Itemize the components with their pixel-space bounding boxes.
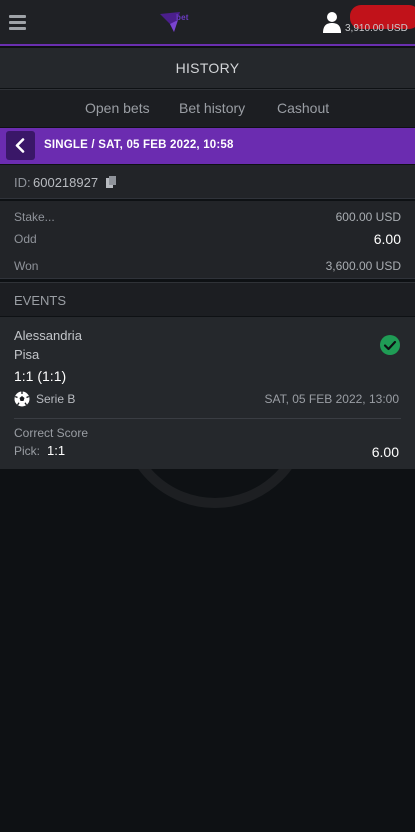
odd-value: 6.00 [373,231,401,247]
chevron-left-icon [15,138,25,153]
divider [14,418,401,419]
home-team: Alessandria [14,328,82,343]
history-tabs: Open bets Bet history Cashout [0,89,415,127]
menu-icon[interactable] [9,15,26,30]
won-value: 3,600.00 USD [325,259,401,273]
tab-bet-history[interactable]: Bet history [179,100,245,116]
bet-title: SINGLE / SAT, 05 FEB 2022, 10:58 [44,139,234,151]
events-header: EVENTS [0,282,415,316]
event-score: 1:1 (1:1) [14,368,67,384]
top-bar: bet 3,910.00 USD [0,0,415,46]
pick-label: Pick: [14,444,41,458]
market-name: Correct Score [14,426,89,440]
check-circle-icon [380,335,400,355]
events-header-label: EVENTS [14,293,67,308]
event-card[interactable]: Alessandria Pisa 1:1 (1:1) Serie B SAT, … [0,317,415,469]
event-date: SAT, 05 FEB 2022, 13:00 [264,392,399,406]
bet-id-value: 600218927 [33,175,99,190]
bet-id-label: ID: [14,175,31,190]
soccer-ball-icon [14,391,30,407]
won-label: Won [14,259,39,273]
tab-open-bets[interactable]: Open bets [85,100,150,116]
league-name: Serie B [36,392,76,406]
bet-header-bar: SINGLE / SAT, 05 FEB 2022, 10:58 [0,128,415,164]
logo-text: bet [176,13,189,22]
bet-summary: Stake... 600.00 USD Odd 6.00 Won 3,600.0… [0,201,415,279]
stake-value: 600.00 USD [335,210,401,224]
stake-label: Stake... [14,210,55,224]
back-button[interactable] [6,131,35,160]
copy-icon[interactable] [106,176,116,188]
tab-cashout[interactable]: Cashout [277,100,329,116]
pick-odd: 6.00 [371,444,399,460]
bet-id-row: ID: 600218927 [0,165,415,199]
odd-label: Odd [14,232,37,246]
away-team: Pisa [14,347,40,362]
pick-value: 1:1 [47,443,66,458]
balance-amount[interactable]: 3,910.00 USD [345,23,408,34]
user-icon[interactable] [323,11,341,33]
page-title: HISTORY [0,48,415,88]
